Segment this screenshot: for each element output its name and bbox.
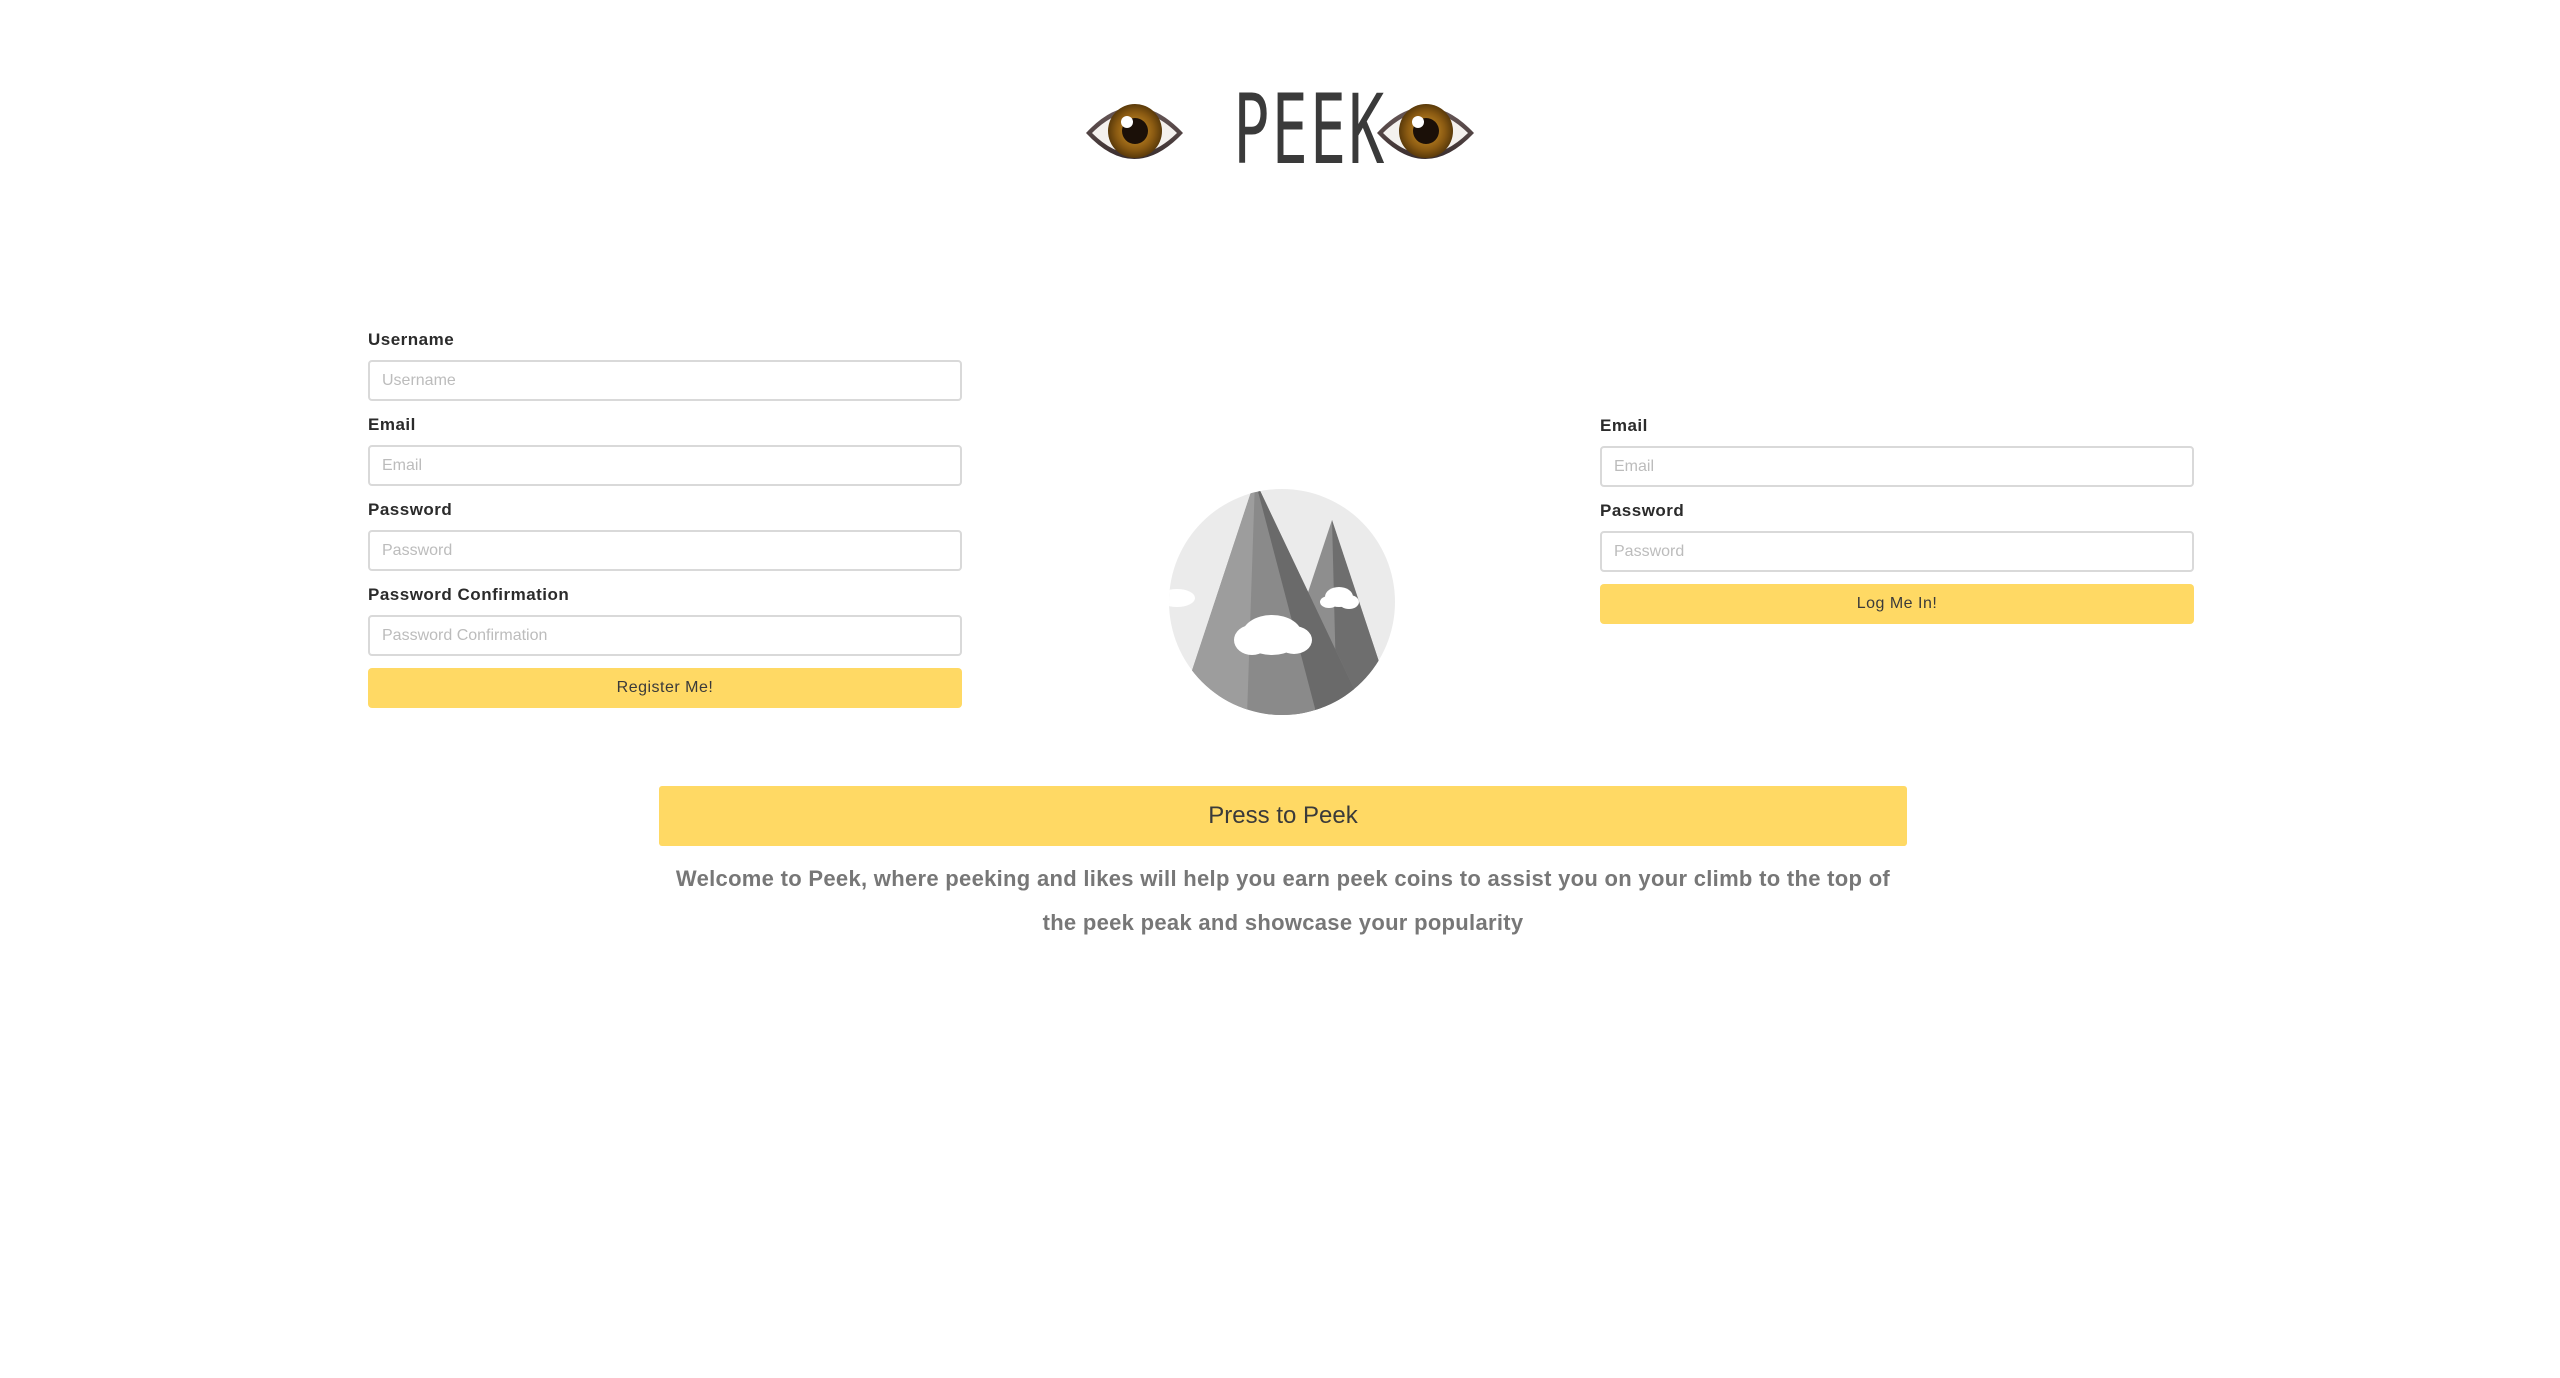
- password-confirmation-label: Password Confirmation: [368, 585, 570, 604]
- email-label: Email: [368, 415, 416, 434]
- password-confirmation-field[interactable]: [368, 615, 962, 656]
- mountain-icon: [1169, 489, 1395, 715]
- username-label: Username: [368, 330, 455, 349]
- eye-icon: [1377, 104, 1474, 159]
- login-password-field[interactable]: [1600, 531, 2194, 572]
- register-button[interactable]: Register Me!: [368, 668, 962, 708]
- login-button[interactable]: Log Me In!: [1600, 584, 2194, 624]
- welcome-text: Welcome to Peek, where peeking and likes…: [675, 866, 1891, 935]
- register-password-field[interactable]: [368, 530, 962, 571]
- register-email-field[interactable]: [368, 445, 962, 486]
- login-form: Email Password Log Me In!: [1600, 414, 2194, 624]
- username-field[interactable]: [368, 360, 962, 401]
- brand-logo: PEEK: [1233, 74, 1387, 186]
- register-form: Username Email Password Password Confirm…: [368, 328, 962, 708]
- eye-icon: [1086, 104, 1183, 159]
- password-label: Password: [368, 500, 453, 519]
- login-email-field[interactable]: [1600, 446, 2194, 487]
- password-label: Password: [1600, 501, 1685, 520]
- email-label: Email: [1600, 416, 1648, 435]
- app-header: PEEK: [0, 70, 2560, 190]
- press-to-peek-button[interactable]: Press to Peek: [659, 786, 1907, 846]
